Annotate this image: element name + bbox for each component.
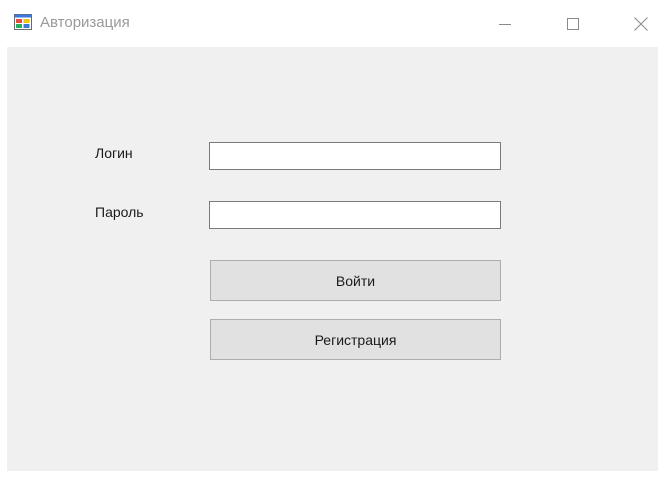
title-bar[interactable]: Авторизация: [0, 0, 665, 47]
register-button[interactable]: Регистрация: [210, 319, 501, 360]
form-client-area: Логин Пароль Войти Регистрация: [7, 47, 658, 471]
login-label: Логин: [95, 145, 133, 161]
close-button[interactable]: [618, 0, 664, 47]
maximize-button[interactable]: [550, 0, 596, 47]
password-input[interactable]: [209, 201, 501, 229]
window-title: Авторизация: [40, 14, 130, 31]
maximize-icon: [567, 17, 579, 30]
close-icon: [634, 16, 648, 31]
minimize-icon: [499, 23, 511, 25]
login-button[interactable]: Войти: [210, 260, 501, 301]
auth-window: Авторизация Логин Пароль Войти Регистрац…: [0, 0, 665, 478]
password-label: Пароль: [95, 204, 144, 220]
minimize-button[interactable]: [482, 0, 528, 47]
winforms-app-icon: [14, 14, 32, 30]
login-input[interactable]: [209, 142, 501, 170]
